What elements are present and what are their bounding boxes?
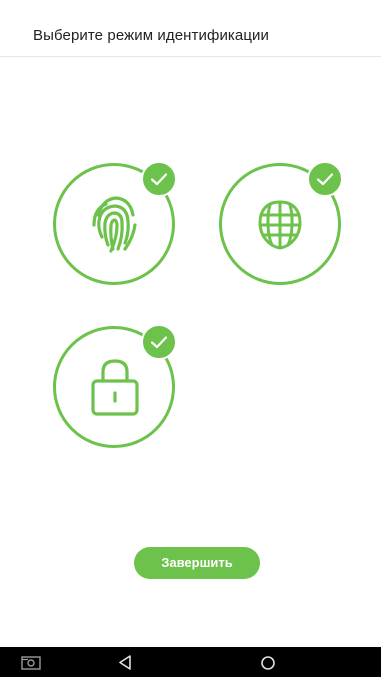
header: Выберите режим идентификации	[0, 0, 381, 57]
selected-check-icon	[141, 324, 177, 360]
page-title: Выберите режим идентификации	[33, 27, 270, 44]
navigation-bar	[0, 647, 381, 677]
identification-mode-screen: Выберите режим идентификации Завершить	[0, 0, 381, 677]
mode-password[interactable]	[53, 324, 177, 448]
selected-check-icon	[141, 161, 177, 197]
finish-button[interactable]: Завершить	[134, 547, 260, 579]
mode-face[interactable]	[219, 161, 343, 285]
back-icon[interactable]	[105, 647, 145, 677]
home-icon[interactable]	[248, 647, 288, 677]
screenshot-icon[interactable]	[16, 647, 56, 677]
mode-fingerprint[interactable]	[53, 161, 177, 285]
selected-check-icon	[307, 161, 343, 197]
